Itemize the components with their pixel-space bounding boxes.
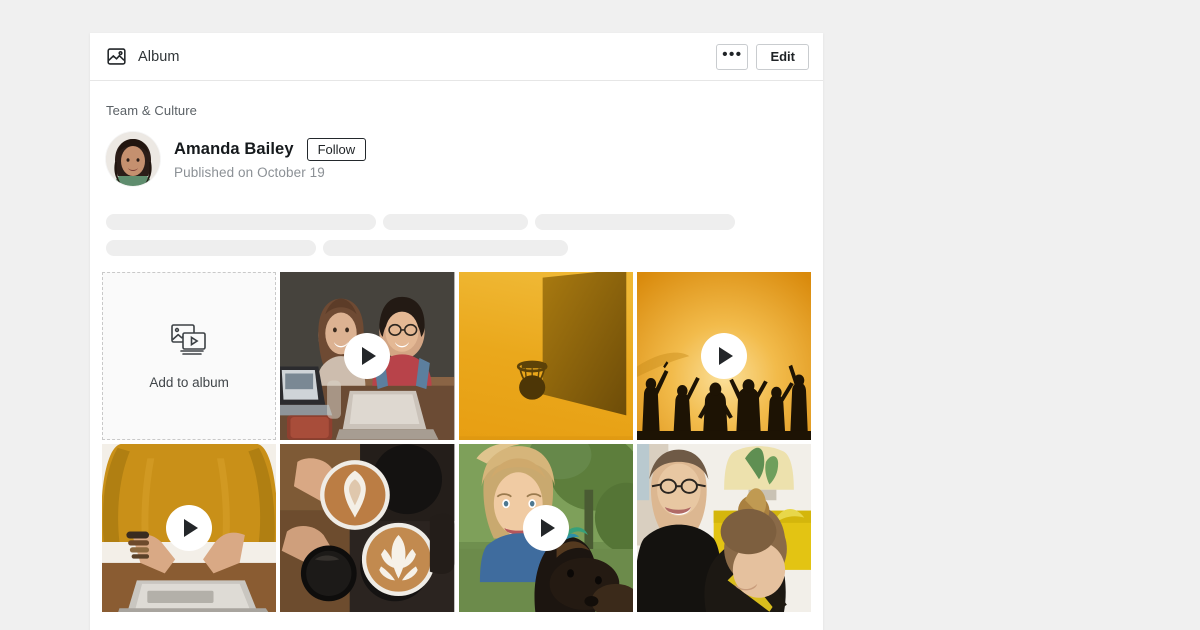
edit-button[interactable]: Edit [756, 43, 809, 70]
author-info: Amanda Bailey Follow Published on Octobe… [174, 138, 367, 180]
author-row: Amanda Bailey Follow Published on Octobe… [90, 118, 823, 186]
page-title: Album [138, 48, 180, 65]
add-to-album-inner[interactable]: Add to album [102, 272, 277, 441]
category-kicker: Team & Culture [106, 103, 197, 118]
add-to-album-label: Add to album [149, 374, 229, 390]
published-date: Published on October 19 [174, 165, 325, 180]
play-icon[interactable] [700, 333, 747, 380]
skeleton-row [106, 214, 807, 230]
tile-woman-with-dog[interactable] [458, 444, 633, 613]
play-triangle [718, 347, 733, 366]
play-triangle [362, 347, 377, 366]
card-body: Team & Culture Amanda Bailey Follow Publ… [90, 81, 823, 613]
tile-two-colleagues-laptops[interactable] [280, 272, 455, 441]
content-skeleton [90, 186, 823, 256]
play-triangle [184, 519, 199, 538]
album-image-icon [106, 46, 127, 67]
skeleton-bar [106, 240, 316, 256]
card-header: Album ••• Edit [90, 33, 823, 81]
tile-image [458, 272, 633, 441]
page-root: Album ••• Edit Team & Culture Amanda Bai… [0, 0, 1200, 630]
tile-two-coworkers-yellow[interactable] [636, 444, 811, 613]
tile-person-typing-sweater[interactable] [102, 444, 277, 613]
add-media-icon [167, 323, 211, 361]
add-to-album-tile[interactable]: Add to album [102, 272, 277, 441]
follow-button[interactable]: Follow [306, 138, 367, 161]
album-card: Album ••• Edit Team & Culture Amanda Bai… [90, 33, 823, 630]
skeleton-bar [535, 214, 735, 230]
tile-latte-art-coffee[interactable] [280, 444, 455, 613]
play-icon[interactable] [166, 505, 213, 552]
skeleton-row [106, 240, 807, 256]
more-options-button[interactable]: ••• [716, 43, 749, 70]
skeleton-bar [383, 214, 528, 230]
play-icon[interactable] [344, 333, 391, 380]
tile-image [280, 444, 455, 613]
author-name: Amanda Bailey [174, 140, 294, 158]
tile-image [636, 444, 811, 613]
avatar [106, 132, 160, 186]
skeleton-bar [323, 240, 568, 256]
header-left: Album [106, 46, 180, 67]
tile-basketball-hoop-sunset[interactable] [458, 272, 633, 441]
play-triangle [540, 519, 555, 538]
author-name-line: Amanda Bailey Follow [174, 138, 367, 161]
skeleton-bar [106, 214, 376, 230]
media-grid: Add to album [90, 266, 823, 613]
play-icon[interactable] [522, 505, 569, 552]
header-actions: ••• Edit [716, 43, 809, 70]
tile-crowd-silhouette-sunset[interactable] [636, 272, 811, 441]
